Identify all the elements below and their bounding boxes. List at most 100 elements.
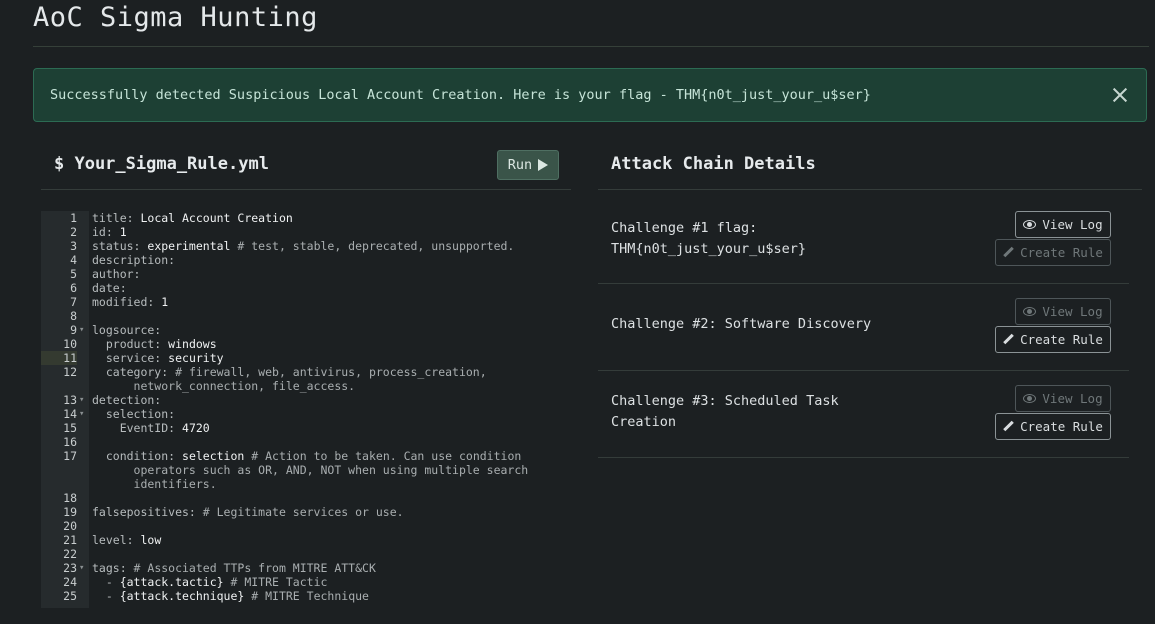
code-line[interactable]: 23 ▾ tags: # Associated TTPs from MITRE AT… xyxy=(41,561,571,575)
code-line[interactable]: 7 modified: 1 xyxy=(41,295,571,309)
pencil-icon xyxy=(1003,247,1014,258)
attack-chain-heading: Attack Chain Details xyxy=(611,154,816,174)
code-line[interactable]: 2 id: 1 xyxy=(41,225,571,239)
line-number: 25 xyxy=(63,589,77,603)
code-text: category: # firewall, web, antivirus, pr… xyxy=(92,365,487,379)
code-text: date: xyxy=(92,281,127,295)
line-number: 11 xyxy=(41,351,77,365)
code-line[interactable]: 24 - {attack.tactic} # MITRE Tactic xyxy=(41,575,571,589)
alert-message: Successfully detected Suspicious Local A… xyxy=(50,87,871,103)
create-rule-button[interactable]: Create Rule xyxy=(995,413,1111,440)
eye-icon xyxy=(1023,394,1037,403)
line-number: 6 xyxy=(70,281,77,295)
challenge-title: Challenge #2: Software Discovery xyxy=(611,316,872,332)
code-line[interactable]: 17 condition: selection # Action to be t… xyxy=(41,449,571,463)
title-divider xyxy=(33,46,1149,47)
line-number: 22 xyxy=(63,547,77,561)
code-line[interactable]: 9 ▾ logsource: xyxy=(41,323,571,337)
play-icon xyxy=(538,159,549,171)
challenge-item: Challenge #3: Scheduled Task Creation Vi… xyxy=(598,371,1129,458)
code-text: selection: xyxy=(92,407,176,421)
code-text: product: windows xyxy=(92,337,217,351)
code-text: network_connection, file_access. xyxy=(92,379,356,393)
line-number: 3 xyxy=(70,239,77,253)
line-number: 4 xyxy=(70,253,77,267)
code-line[interactable]: 11 service: security xyxy=(41,351,571,365)
line-number: 15 xyxy=(63,421,77,435)
line-number: 14 xyxy=(63,407,77,421)
code-text: operators such as OR, AND, NOT when usin… xyxy=(92,463,529,477)
code-line[interactable]: operators such as OR, AND, NOT when usin… xyxy=(41,463,571,477)
challenge-item: Challenge #2: Software Discovery View Lo… xyxy=(598,284,1129,371)
code-text: - {attack.tactic} # MITRE Tactic xyxy=(92,575,328,589)
fold-arrow-icon[interactable]: ▾ xyxy=(79,323,84,337)
code-text: falsepositives: # Legitimate services or… xyxy=(92,505,404,519)
fold-arrow-icon[interactable]: ▾ xyxy=(79,407,84,421)
code-line[interactable]: 12 category: # firewall, web, antivirus,… xyxy=(41,365,571,379)
code-text: author: xyxy=(92,267,141,281)
line-number: 8 xyxy=(70,309,77,323)
line-number: 16 xyxy=(63,435,77,449)
code-line[interactable]: 6 date: xyxy=(41,281,571,295)
code-line[interactable]: 13 ▾ detection: xyxy=(41,393,571,407)
code-line[interactable]: 20 xyxy=(41,519,571,533)
line-number: 23 xyxy=(63,561,77,575)
fold-arrow-icon[interactable]: ▾ xyxy=(79,393,84,407)
code-line[interactable]: 25 - {attack.technique} # MITRE Techniqu… xyxy=(41,589,571,603)
line-number: 10 xyxy=(63,337,77,351)
code-text: identifiers. xyxy=(92,477,217,491)
rule-filename: $ Your_Sigma_Rule.yml xyxy=(54,154,269,174)
line-number: 13 xyxy=(63,393,77,407)
view-log-button[interactable]: View Log xyxy=(1015,385,1111,412)
line-number: 18 xyxy=(63,491,77,505)
eye-icon xyxy=(1023,307,1037,316)
line-number: 20 xyxy=(63,519,77,533)
create-rule-button[interactable]: Create Rule xyxy=(995,326,1111,353)
code-line[interactable]: 21 level: low xyxy=(41,533,571,547)
line-number: 7 xyxy=(70,295,77,309)
code-text: description: xyxy=(92,253,176,267)
code-text: status: experimental # test, stable, dep… xyxy=(92,239,515,253)
code-text: id: 1 xyxy=(92,225,127,239)
code-line[interactable]: 18 xyxy=(41,491,571,505)
code-text: EventID: 4720 xyxy=(92,421,210,435)
code-text: detection: xyxy=(92,393,162,407)
pencil-icon xyxy=(1003,421,1014,432)
fold-arrow-icon[interactable]: ▾ xyxy=(79,561,84,575)
line-number: 9 xyxy=(70,323,77,337)
line-number: 5 xyxy=(70,267,77,281)
code-line[interactable]: 15 EventID: 4720 xyxy=(41,421,571,435)
run-button-label: Run xyxy=(507,157,533,173)
close-icon[interactable] xyxy=(1108,83,1132,107)
challenge-title: Challenge #1 flag: THM{n0t_just_your_u$s… xyxy=(611,220,807,257)
code-line[interactable]: 16 xyxy=(41,435,571,449)
code-line[interactable]: 14 ▾ selection: xyxy=(41,407,571,421)
code-editor[interactable]: 1 title: Local Account Creation 2 id: 1 3 sta… xyxy=(41,211,571,608)
create-rule-button[interactable]: Create Rule xyxy=(995,239,1111,266)
line-number: 1 xyxy=(70,211,77,225)
code-text: modified: 1 xyxy=(92,295,169,309)
line-number: 24 xyxy=(63,575,77,589)
code-text: service: security xyxy=(92,351,224,365)
code-line[interactable]: 10 product: windows xyxy=(41,337,571,351)
code-text: level: low xyxy=(92,533,162,547)
challenge-item: Challenge #1 flag: THM{n0t_just_your_u$s… xyxy=(598,190,1129,284)
pencil-icon xyxy=(1003,334,1014,345)
code-line[interactable]: 1 title: Local Account Creation xyxy=(41,211,571,225)
code-line[interactable]: 22 xyxy=(41,547,571,561)
code-text: tags: # Associated TTPs from MITRE ATT&C… xyxy=(92,561,376,575)
code-line[interactable]: identifiers. xyxy=(41,477,571,491)
code-line[interactable]: 8 xyxy=(41,309,571,323)
code-text: title: Local Account Creation xyxy=(92,211,293,225)
challenge-title: Challenge #3: Scheduled Task Creation xyxy=(611,393,839,430)
code-line[interactable]: network_connection, file_access. xyxy=(41,379,571,393)
eye-icon xyxy=(1023,220,1037,229)
view-log-button[interactable]: View Log xyxy=(1015,211,1111,238)
line-number: 2 xyxy=(70,225,77,239)
code-line[interactable]: 3 status: experimental # test, stable, de… xyxy=(41,239,571,253)
run-button[interactable]: Run xyxy=(497,150,559,180)
view-log-button[interactable]: View Log xyxy=(1015,298,1111,325)
code-line[interactable]: 4 description: xyxy=(41,253,571,267)
code-line[interactable]: 19 falsepositives: # Legitimate services … xyxy=(41,505,571,519)
code-line[interactable]: 5 author: xyxy=(41,267,571,281)
